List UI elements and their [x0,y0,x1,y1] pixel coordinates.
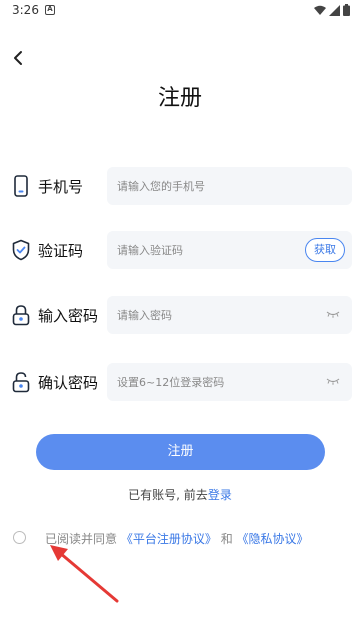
status-bar: 3:26 A [0,0,360,22]
agreement-conjunction: 和 [220,532,233,546]
password-row: 输入密码 请输入密码 [0,296,360,334]
login-prompt-text: 已有账号, 前去 [128,488,208,502]
login-link[interactable]: 登录 [208,488,232,502]
cell-signal-icon [329,4,340,16]
phone-row: 手机号 请输入您的手机号 [0,167,360,205]
page-title: 注册 [157,86,202,111]
eye-closed-icon[interactable] [326,310,340,318]
confirm-row: 确认密码 设置6~12位登录密码 [0,363,360,401]
privacy-agreement-link[interactable]: 《隐私协议》 [237,532,309,546]
agreement-prefix: 已阅读并同意 [45,532,118,546]
code-row: 验证码 请输入验证码 获取 [0,231,360,269]
eye-closed-icon[interactable] [326,377,340,385]
phone-placeholder: 请输入您的手机号 [117,180,205,193]
code-label: 验证码 [38,242,84,260]
confirm-label: 确认密码 [38,374,99,392]
agreement-row: 已阅读并同意 《平台注册协议》 和 《隐私协议》 [0,528,360,548]
phone-label: 手机号 [38,178,84,196]
password-label: 输入密码 [38,307,99,325]
get-code-button[interactable]: 获取 [305,238,345,262]
platform-agreement-link[interactable]: 《平台注册协议》 [121,532,217,546]
notification-icon: A [45,5,55,15]
code-placeholder: 请输入验证码 [117,244,183,257]
unlock-icon [11,370,31,394]
battery-icon [343,4,350,16]
agree-radio[interactable] [13,531,26,544]
confirm-input[interactable]: 设置6~12位登录密码 [107,363,352,401]
phone-icon [11,174,31,198]
chevron-left-icon [14,51,22,65]
lock-icon [11,303,31,327]
shield-check-icon [11,238,31,262]
password-input[interactable]: 请输入密码 [107,296,352,334]
status-icons [314,4,350,16]
back-button[interactable] [6,46,30,70]
code-input[interactable]: 请输入验证码 获取 [107,231,352,269]
confirm-placeholder: 设置6~12位登录密码 [117,376,225,389]
register-button[interactable]: 注册 [36,434,325,470]
login-prompt: 已有账号, 前去登录 [0,486,360,503]
wifi-icon [314,5,326,15]
password-placeholder: 请输入密码 [117,309,172,322]
phone-input[interactable]: 请输入您的手机号 [107,167,352,205]
agreement-text: 已阅读并同意 《平台注册协议》 和 《隐私协议》 [45,530,309,547]
status-time: 3:26 [12,3,39,17]
